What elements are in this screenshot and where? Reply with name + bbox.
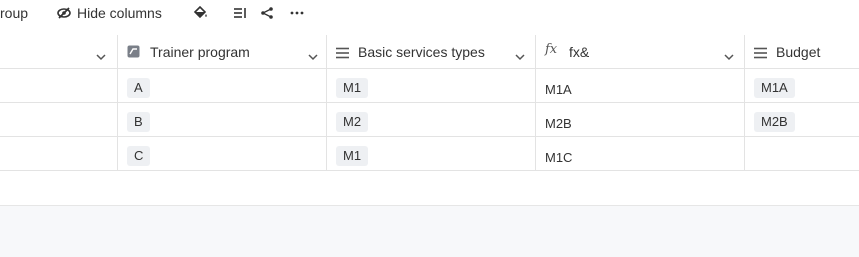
formula-icon: fx xyxy=(545,42,558,57)
formula-value: M1C xyxy=(545,150,573,165)
share-icon[interactable] xyxy=(260,0,274,26)
column-header-budget[interactable]: Budget xyxy=(745,35,859,69)
column-header-formula[interactable]: fx fx& xyxy=(536,35,745,69)
hide-columns-button[interactable]: Hide columns xyxy=(57,0,162,26)
column-label-trainer-program: Trainer program xyxy=(150,43,250,60)
eye-slash-icon xyxy=(57,6,71,20)
trainer-program-tag: A xyxy=(127,78,150,98)
column-divider xyxy=(744,35,745,171)
row-divider xyxy=(0,136,859,137)
column-header-basic-services-types[interactable]: Basic services types xyxy=(327,35,536,69)
column-label-basic-services-types: Basic services types xyxy=(358,43,485,60)
column-divider xyxy=(326,35,327,171)
paint-bucket-icon[interactable] xyxy=(192,0,208,26)
list-icon xyxy=(754,46,767,62)
column-header-0[interactable] xyxy=(0,35,118,69)
chevron-down-icon[interactable] xyxy=(96,48,106,64)
more-icon[interactable] xyxy=(289,0,305,26)
row-divider xyxy=(0,170,859,171)
chevron-down-icon[interactable] xyxy=(515,48,525,64)
trainer-program-tag: B xyxy=(127,112,150,132)
budget-tag: M2B xyxy=(754,112,795,132)
row-divider xyxy=(0,102,859,103)
single-select-icon xyxy=(127,45,140,61)
column-header-trainer-program[interactable]: Trainer program xyxy=(118,35,327,69)
budget-tag: M1A xyxy=(754,78,795,98)
chevron-down-icon[interactable] xyxy=(308,48,318,64)
group-button[interactable]: roup xyxy=(0,0,28,26)
hide-columns-label: Hide columns xyxy=(77,5,162,21)
trainer-program-tag: C xyxy=(127,146,151,166)
services-type-tag: M1 xyxy=(336,78,369,98)
services-type-tag: M2 xyxy=(336,112,369,132)
services-type-tag: M1 xyxy=(336,146,369,166)
formula-value: M2B xyxy=(545,116,572,131)
column-label-formula: fx& xyxy=(569,43,590,60)
column-divider xyxy=(117,35,118,171)
group-label: roup xyxy=(0,5,29,21)
row-height-icon[interactable] xyxy=(233,0,247,26)
formula-value: M1A xyxy=(545,82,572,97)
column-divider xyxy=(535,35,536,171)
grid-footer xyxy=(0,205,859,257)
column-label-budget: Budget xyxy=(776,43,821,60)
toolbar: roup Hide columns xyxy=(0,0,859,26)
chevron-down-icon[interactable] xyxy=(724,48,734,64)
list-icon xyxy=(336,46,349,62)
